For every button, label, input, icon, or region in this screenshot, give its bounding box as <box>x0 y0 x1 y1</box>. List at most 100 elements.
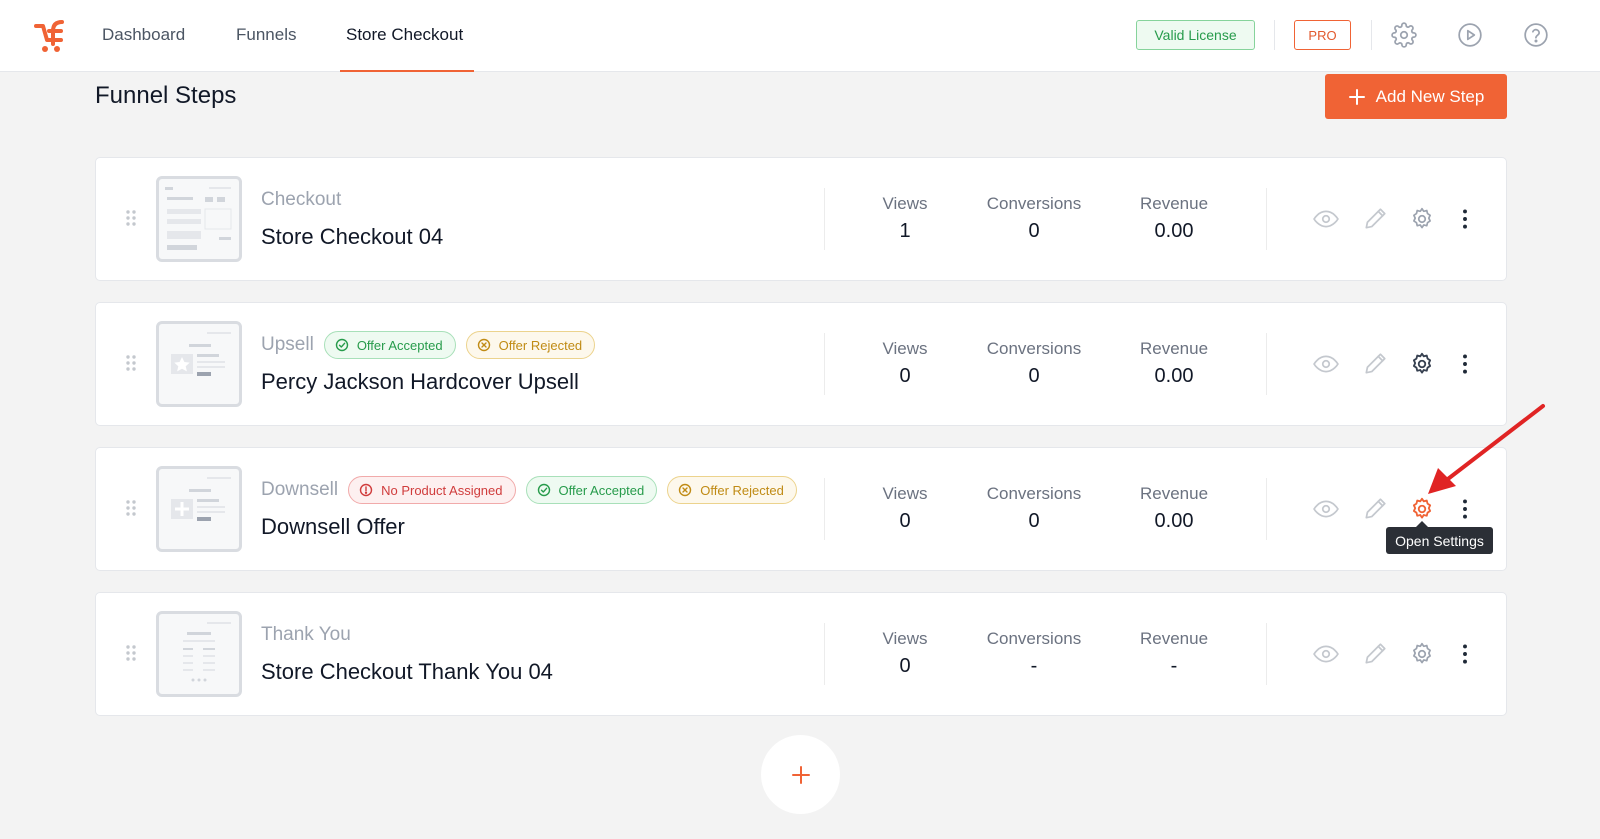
pencil-icon[interactable] <box>1362 206 1388 232</box>
revenue-stat: Revenue 0.00 <box>1109 339 1239 388</box>
card-divider <box>824 188 825 250</box>
offer-rejected-badge[interactable]: Offer Rejected <box>667 476 797 504</box>
revenue-stat: Revenue 0.00 <box>1109 484 1239 533</box>
step-thumbnail[interactable] <box>156 466 242 552</box>
header-divider <box>1371 20 1372 50</box>
x-circle-icon <box>679 483 692 497</box>
badge-label: Offer Rejected <box>700 482 784 498</box>
views-stat: Views 0 <box>840 484 970 533</box>
views-stat: Views 1 <box>840 194 970 243</box>
check-circle-icon <box>537 483 550 497</box>
revenue-value: - <box>1170 655 1178 677</box>
alert-circle-icon <box>359 483 373 497</box>
page-title: Funnel Steps <box>95 82 237 109</box>
funnel-step-card: Thank You Store Checkout Thank You 04 Vi… <box>95 592 1507 716</box>
gear-icon[interactable] <box>1391 22 1417 48</box>
conversions-value: 0 <box>1028 365 1040 387</box>
views-label: Views <box>882 194 928 213</box>
views-stat: Views 0 <box>840 339 970 388</box>
drag-handle-icon[interactable] <box>124 498 138 518</box>
conversions-label: Conversions <box>986 484 1082 503</box>
pencil-icon[interactable] <box>1362 496 1388 522</box>
header-divider <box>1274 20 1275 50</box>
views-value: 1 <box>899 220 911 242</box>
step-name-link[interactable]: Store Checkout 04 <box>261 224 443 250</box>
pencil-icon[interactable] <box>1362 351 1388 377</box>
card-divider <box>1266 188 1267 250</box>
eye-icon[interactable] <box>1313 641 1339 667</box>
more-options-icon[interactable] <box>1452 206 1478 232</box>
card-divider <box>1266 478 1267 540</box>
cartflows-logo-icon[interactable] <box>32 18 68 54</box>
step-type-label: Downsell <box>261 479 339 500</box>
badge-label: No Product Assigned <box>381 482 503 498</box>
nav-store-checkout[interactable]: Store Checkout <box>346 25 463 45</box>
card-divider <box>824 333 825 395</box>
step-type-row: Downsell No Product Assigned Offer Accep… <box>261 476 797 504</box>
views-value: 0 <box>899 655 911 677</box>
revenue-label: Revenue <box>1139 484 1209 503</box>
gear-icon[interactable] <box>1409 351 1435 377</box>
revenue-value: 0.00 <box>1154 220 1194 242</box>
drag-handle-icon[interactable] <box>124 643 138 663</box>
views-label: Views <box>882 484 928 503</box>
views-stat: Views 0 <box>840 629 970 678</box>
step-name-link[interactable]: Store Checkout Thank You 04 <box>261 659 553 685</box>
license-status-badge: Valid License <box>1136 20 1255 50</box>
card-divider <box>824 623 825 685</box>
plus-icon <box>1348 88 1365 105</box>
views-value: 0 <box>899 510 911 532</box>
drag-handle-icon[interactable] <box>124 208 138 228</box>
offer-rejected-badge[interactable]: Offer Rejected <box>465 331 596 359</box>
step-name-link[interactable]: Downsell Offer <box>261 514 405 540</box>
revenue-value: 0.00 <box>1154 510 1194 532</box>
conversions-stat: Conversions 0 <box>969 339 1099 388</box>
eye-icon[interactable] <box>1313 496 1339 522</box>
conversions-value: 0 <box>1028 220 1040 242</box>
revenue-label: Revenue <box>1139 339 1209 358</box>
add-step-circle-button[interactable] <box>761 735 840 814</box>
step-thumbnail[interactable] <box>156 611 242 697</box>
conversions-label: Conversions <box>986 194 1082 213</box>
card-divider <box>1266 333 1267 395</box>
step-type-label: Thank You <box>261 624 351 645</box>
step-thumbnail[interactable] <box>156 176 242 262</box>
badge-label: Offer Accepted <box>356 337 443 353</box>
conversions-label: Conversions <box>986 339 1082 358</box>
play-icon[interactable] <box>1457 22 1483 48</box>
eye-icon[interactable] <box>1313 351 1339 377</box>
views-label: Views <box>882 339 928 358</box>
nav-dashboard[interactable]: Dashboard <box>102 25 185 45</box>
step-thumbnail[interactable] <box>156 321 242 407</box>
views-label: Views <box>882 629 928 648</box>
conversions-value: 0 <box>1028 510 1040 532</box>
no-product-assigned-badge[interactable]: No Product Assigned <box>348 476 516 504</box>
more-options-icon[interactable] <box>1452 351 1478 377</box>
step-name-link[interactable]: Percy Jackson Hardcover Upsell <box>261 369 579 395</box>
badge-label: Offer Rejected <box>498 337 583 353</box>
gear-icon[interactable] <box>1409 206 1435 232</box>
funnel-step-card: Downsell No Product Assigned Offer Accep… <box>95 447 1507 571</box>
drag-handle-icon[interactable] <box>124 353 138 373</box>
open-settings-tooltip: Open Settings <box>1386 521 1493 554</box>
pro-badge[interactable]: PRO <box>1294 20 1351 50</box>
gear-icon[interactable] <box>1409 641 1435 667</box>
add-new-step-button[interactable]: Add New Step <box>1325 74 1507 119</box>
active-tab-underline <box>340 70 474 72</box>
x-circle-icon <box>477 338 490 352</box>
nav-funnels[interactable]: Funnels <box>236 25 296 45</box>
step-type-label: Upsell <box>261 334 314 355</box>
funnel-step-card: Upsell Offer Accepted Offer Rejected Per… <box>95 302 1507 426</box>
badge-label: Offer Accepted <box>558 482 645 498</box>
revenue-label: Revenue <box>1139 194 1209 213</box>
top-navigation-bar: Dashboard Funnels Store Checkout Valid L… <box>0 0 1600 72</box>
eye-icon[interactable] <box>1313 206 1339 232</box>
offer-accepted-badge[interactable]: Offer Accepted <box>323 331 456 359</box>
help-icon[interactable] <box>1523 22 1549 48</box>
plus-icon <box>791 765 810 784</box>
conversions-stat: Conversions - <box>969 629 1099 678</box>
pencil-icon[interactable] <box>1362 641 1388 667</box>
more-options-icon[interactable] <box>1452 641 1478 667</box>
offer-accepted-badge[interactable]: Offer Accepted <box>525 476 658 504</box>
check-circle-icon <box>335 338 349 352</box>
